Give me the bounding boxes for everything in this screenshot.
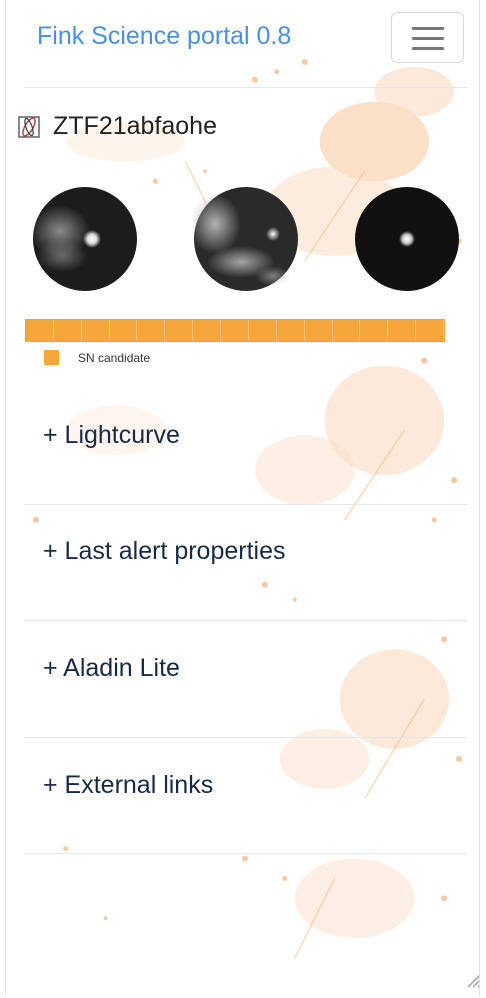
app-frame: Fink Science portal 0.8 ZTF21abfaohe SN …: [5, 0, 480, 996]
classification-segment[interactable]: [53, 320, 82, 341]
classification-segment[interactable]: [332, 320, 361, 341]
classification-segment[interactable]: [137, 320, 166, 341]
section-divider: [24, 737, 467, 738]
classification-segment[interactable]: [276, 320, 305, 341]
accordion-last-alert-properties[interactable]: + Last alert properties: [43, 537, 286, 566]
classification-segment[interactable]: [165, 320, 194, 341]
classification-segment[interactable]: [248, 320, 277, 341]
classification-segment[interactable]: [304, 320, 333, 341]
brand-link[interactable]: Fink Science portal 0.8: [37, 22, 291, 51]
classification-segment[interactable]: [81, 320, 110, 341]
accordion-aladin-lite[interactable]: + Aladin Lite: [43, 654, 180, 683]
classification-segment[interactable]: [416, 320, 444, 341]
accordion-lightcurve[interactable]: + Lightcurve: [43, 421, 180, 450]
classification-segment[interactable]: [26, 320, 54, 341]
section-divider: [24, 504, 467, 505]
hamburger-icon: [412, 27, 444, 50]
legend-swatch: [44, 350, 59, 365]
template-cutout: [193, 187, 298, 291]
object-logo-icon: [18, 116, 40, 138]
object-name: ZTF21abfaohe: [53, 112, 217, 140]
background-splash: [32, 58, 463, 959]
navbar-divider: [24, 87, 467, 88]
science-cutout: [32, 187, 137, 291]
legend-label: SN candidate: [78, 351, 151, 365]
section-divider: [24, 853, 467, 854]
difference-cutout: [355, 187, 459, 291]
classification-segment[interactable]: [193, 320, 222, 341]
resize-grip-icon[interactable]: [464, 968, 480, 988]
navbar: Fink Science portal 0.8: [6, 0, 479, 88]
section-divider: [24, 620, 467, 621]
navbar-toggle-button[interactable]: [391, 12, 464, 63]
classification-segment[interactable]: [388, 320, 417, 341]
classification-bar[interactable]: [25, 319, 445, 342]
classification-segment[interactable]: [360, 320, 389, 341]
accordion-external-links[interactable]: + External links: [43, 771, 213, 800]
classification-segment[interactable]: [109, 320, 138, 341]
classification-segment[interactable]: [221, 320, 249, 341]
